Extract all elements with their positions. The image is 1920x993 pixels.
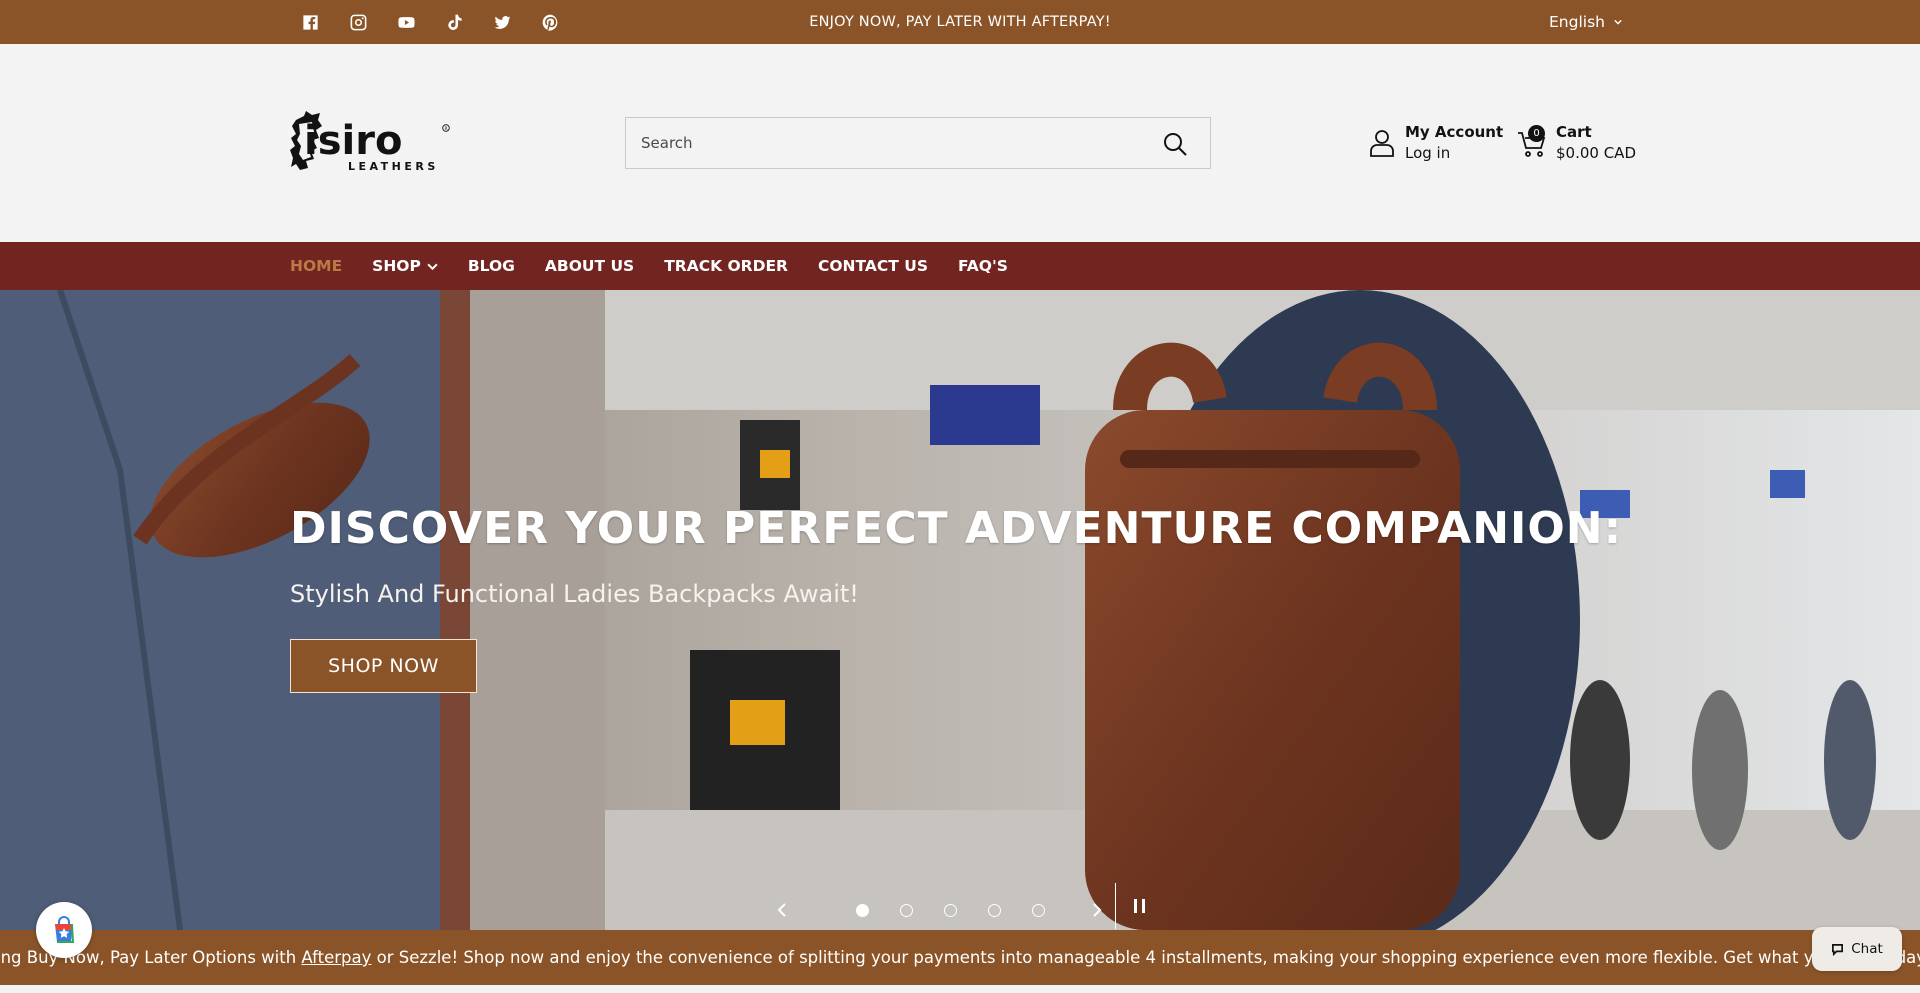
- cart-icon-wrap: 0: [1516, 125, 1548, 159]
- pause-slideshow-button[interactable]: [1115, 883, 1163, 929]
- cart-label: Cart: [1556, 123, 1592, 141]
- chevron-right-icon: [1093, 903, 1102, 917]
- nav-label: BLOG: [467, 257, 515, 275]
- language-label: English: [1549, 13, 1605, 31]
- promo-marquee: ing Buy Now, Pay Later Options with Afte…: [0, 930, 1920, 985]
- nav-label: CONTACT US: [818, 257, 928, 275]
- hero-subtitle: Stylish And Functional Ladies Backpacks …: [290, 580, 859, 608]
- nav-item-track-order[interactable]: TRACK ORDER: [664, 257, 788, 275]
- logo-wordmark: isiro: [304, 118, 402, 164]
- shopping-bag-star-icon: [55, 916, 75, 943]
- nav-item-shop[interactable]: SHOP: [372, 257, 438, 275]
- announcement-bar: ENJOY NOW, PAY LATER WITH AFTERPAY! Engl…: [0, 0, 1920, 44]
- nav-item-faqs[interactable]: FAQ'S: [958, 257, 1008, 275]
- cart-count-badge: 0: [1528, 125, 1545, 142]
- language-selector[interactable]: English: [1549, 0, 1622, 44]
- nav-label: TRACK ORDER: [664, 257, 788, 275]
- shop-app-badge[interactable]: [36, 902, 92, 958]
- slide-dot[interactable]: [856, 903, 869, 917]
- slideshow-controls: [768, 896, 1111, 924]
- slide-dot[interactable]: [900, 903, 913, 917]
- marquee-text-end: or Sezzle! Shop now and enjoy the conven…: [371, 948, 1920, 967]
- chat-label: Chat: [1851, 941, 1883, 957]
- cart-link[interactable]: 0 Cart $0.00 CAD: [1516, 122, 1636, 164]
- cart-total: $0.00 CAD: [1556, 144, 1636, 162]
- page-bottom-strip: [0, 985, 1920, 993]
- svg-text:R: R: [445, 126, 448, 132]
- pause-icon: [1133, 899, 1145, 913]
- nav-label: FAQ'S: [957, 257, 1008, 275]
- shop-now-button[interactable]: SHOP NOW: [290, 639, 477, 693]
- slide-dot[interactable]: [1032, 903, 1045, 917]
- nav-item-about-us[interactable]: ABOUT US: [545, 257, 634, 275]
- nav-label: HOME: [290, 257, 343, 275]
- main-nav: HOME SHOP BLOG ABOUT US TRACK ORDER CONT…: [0, 242, 1920, 290]
- announcement-text: ENJOY NOW, PAY LATER WITH AFTERPAY!: [809, 14, 1111, 30]
- slide-dots: [856, 903, 1045, 917]
- user-icon: [1370, 130, 1394, 157]
- search-input[interactable]: [626, 118, 1146, 168]
- slide-dot[interactable]: [988, 903, 1001, 917]
- nav-item-home[interactable]: HOME: [290, 257, 342, 275]
- nav-item-blog[interactable]: BLOG: [468, 257, 515, 275]
- afterpay-link[interactable]: Afterpay: [301, 948, 371, 967]
- previous-slide-button[interactable]: [768, 896, 796, 924]
- chevron-down-icon: [427, 263, 438, 270]
- nav-label: SHOP: [372, 257, 421, 275]
- search-bar: [625, 117, 1211, 169]
- logo-subtext: LEATHERS: [348, 160, 439, 173]
- nav-label: ABOUT US: [544, 257, 635, 275]
- chat-bubble-icon: [1832, 943, 1844, 956]
- site-header: isiro R LEATHERS My Account Log in 0 Car…: [0, 44, 1920, 242]
- slide-dot[interactable]: [944, 903, 957, 917]
- account-link[interactable]: My Account Log in: [1369, 122, 1503, 164]
- next-slide-button[interactable]: [1083, 896, 1111, 924]
- search-button[interactable]: [1162, 131, 1188, 157]
- hero-image: [0, 290, 1920, 930]
- isiro-leathers-logo[interactable]: isiro R LEATHERS: [290, 110, 450, 176]
- hero-slideshow: DISCOVER YOUR PERFECT ADVENTURE COMPANIO…: [0, 290, 1920, 930]
- chevron-down-icon: [1614, 19, 1622, 25]
- chat-button[interactable]: Chat: [1812, 927, 1902, 971]
- chevron-left-icon: [777, 903, 786, 917]
- login-link[interactable]: Log in: [1405, 143, 1503, 164]
- search-icon: [1164, 133, 1187, 156]
- nav-item-contact-us[interactable]: CONTACT US: [818, 257, 928, 275]
- hero-title: DISCOVER YOUR PERFECT ADVENTURE COMPANIO…: [290, 503, 1623, 554]
- marquee-text: ing Buy Now, Pay Later Options with Afte…: [0, 930, 1920, 985]
- account-title: My Account: [1405, 123, 1504, 141]
